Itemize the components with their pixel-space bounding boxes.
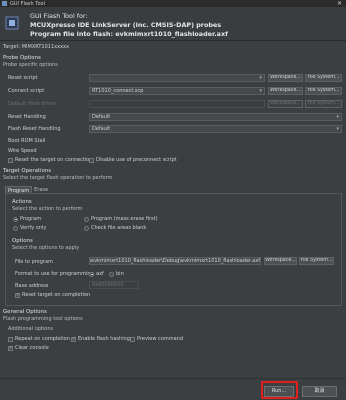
reset-handling-select[interactable]: Default ▾ [89,113,342,121]
format-label: Format to use for programming [15,271,94,277]
radio-dot [89,271,94,277]
target-operations-title: Target Operations [3,168,52,174]
base-address-label: Base address [15,283,49,289]
default-flash-driver-label: Default flash driver [8,101,57,107]
options-title: Options [12,238,33,244]
disable-preconnect-checkbox[interactable]: Disable use of preconnect script [89,157,177,163]
boot-rom-stall-label: Boot ROM Stall [8,138,46,144]
reset-script-filesystem-button[interactable]: File System... [305,74,342,82]
banner-line3: Program file into flash: evkmimxrt1010_f… [30,30,228,38]
actions-subtitle: Select the action to perform [12,206,83,212]
file-workspace-button[interactable]: Workspace... [264,257,297,265]
window-title: GUI Flash Tool [10,0,46,7]
general-options-title: General Options [3,309,47,315]
footer-divider [0,378,346,379]
banner-line2: MCUXpresso IDE LinkServer (inc. CMSIS-DA… [30,21,222,29]
file-to-program-label: File to program [15,259,53,265]
check-blank-radio[interactable]: Check file areas blank [84,225,146,231]
chevron-down-icon: ▾ [259,75,262,81]
chevron-down-icon: ▾ [336,126,339,132]
radio-dot [109,271,114,277]
title-bar: GUI Flash Tool ✕ [0,0,346,7]
radio-dot [13,216,18,222]
reset-script-combo[interactable]: ▾ [89,74,265,82]
radio-dot [13,225,18,231]
chevron-down-icon: ▾ [336,114,339,120]
verify-only-radio[interactable]: Verify only [13,225,46,231]
file-filesystem-button[interactable]: File System... [299,257,334,265]
reset-script-label: Reset script [8,75,38,81]
connect-script-filesystem-button[interactable]: File System... [305,87,342,95]
reset-on-connection-checkbox[interactable]: Reset the target on connection [8,157,93,163]
format-bin-radio[interactable]: bin [109,271,124,277]
check-icon: ✓ [71,336,76,342]
wire-speed-label: Wire Speed [8,148,37,154]
checkbox-box [89,157,94,163]
additional-options-title: Additional options [8,326,54,332]
app-icon [2,1,7,6]
close-icon[interactable]: ✕ [337,0,342,7]
flash-driver-workspace-button: Workspace... [268,100,303,108]
header-banner: GUI Flash Tool for: MCUXpresso IDE LinkS… [0,7,346,41]
run-button-highlight [261,381,298,399]
program-mass-erase-radio[interactable]: Program (mass erase first) [84,216,158,222]
connect-script-label: Connect script [8,88,45,94]
connect-script-combo[interactable]: RT1010_connect.scp ▾ [89,87,265,95]
cancel-button[interactable]: 取消 [302,386,337,397]
options-subtitle: Select the options to apply [12,245,80,251]
checkbox-box [8,336,13,342]
general-options-subtitle: Flash programming tool options [3,316,83,322]
check-icon: ✓ [15,292,20,298]
reset-script-workspace-button[interactable]: Workspace... [268,74,303,82]
radio-dot [84,216,89,222]
check-icon: ✓ [8,345,13,351]
target-label: Target: MIMXRT1011xxxxx [3,44,69,50]
default-flash-driver-combo [89,100,265,108]
connect-script-workspace-button[interactable]: Workspace... [268,87,303,95]
probe-options-title: Probe Options [3,55,41,61]
chevron-down-icon: ▾ [259,88,262,94]
target-operations-subtitle: Select the target flash operation to per… [3,175,113,181]
reset-on-completion-checkbox[interactable]: ✓ Reset target on completion [15,292,90,298]
flash-driver-filesystem-button: File System... [305,100,342,108]
file-to-program-input[interactable]: C:\evkmimxrt1010_flashloader\Debug\evkmi… [89,257,261,265]
program-radio[interactable]: Program [13,216,41,222]
mcuxpresso-logo-icon [5,16,19,30]
format-axf-radio[interactable]: axf [89,271,104,277]
checkbox-box [8,157,13,163]
flash-reset-handling-label: Flash Reset Handling [8,126,61,132]
checkbox-box [130,336,135,342]
clear-console-checkbox[interactable]: ✓ Clear console [8,345,49,351]
repeat-on-completion-checkbox[interactable]: Repeat on completion [8,336,70,342]
probe-options-subtitle: Probe specific options [3,62,58,68]
flash-reset-handling-select[interactable]: Default ▾ [89,125,342,133]
actions-title: Actions [12,199,32,205]
reset-handling-label: Reset Handling [8,114,46,120]
enable-flash-hashing-checkbox[interactable]: ✓ Enable flash hashing [71,336,130,342]
preview-command-checkbox[interactable]: Preview command [130,336,183,342]
radio-dot [84,225,89,231]
banner-line1: GUI Flash Tool for: [30,12,88,20]
base-address-input: 0x60000000 [89,281,139,289]
